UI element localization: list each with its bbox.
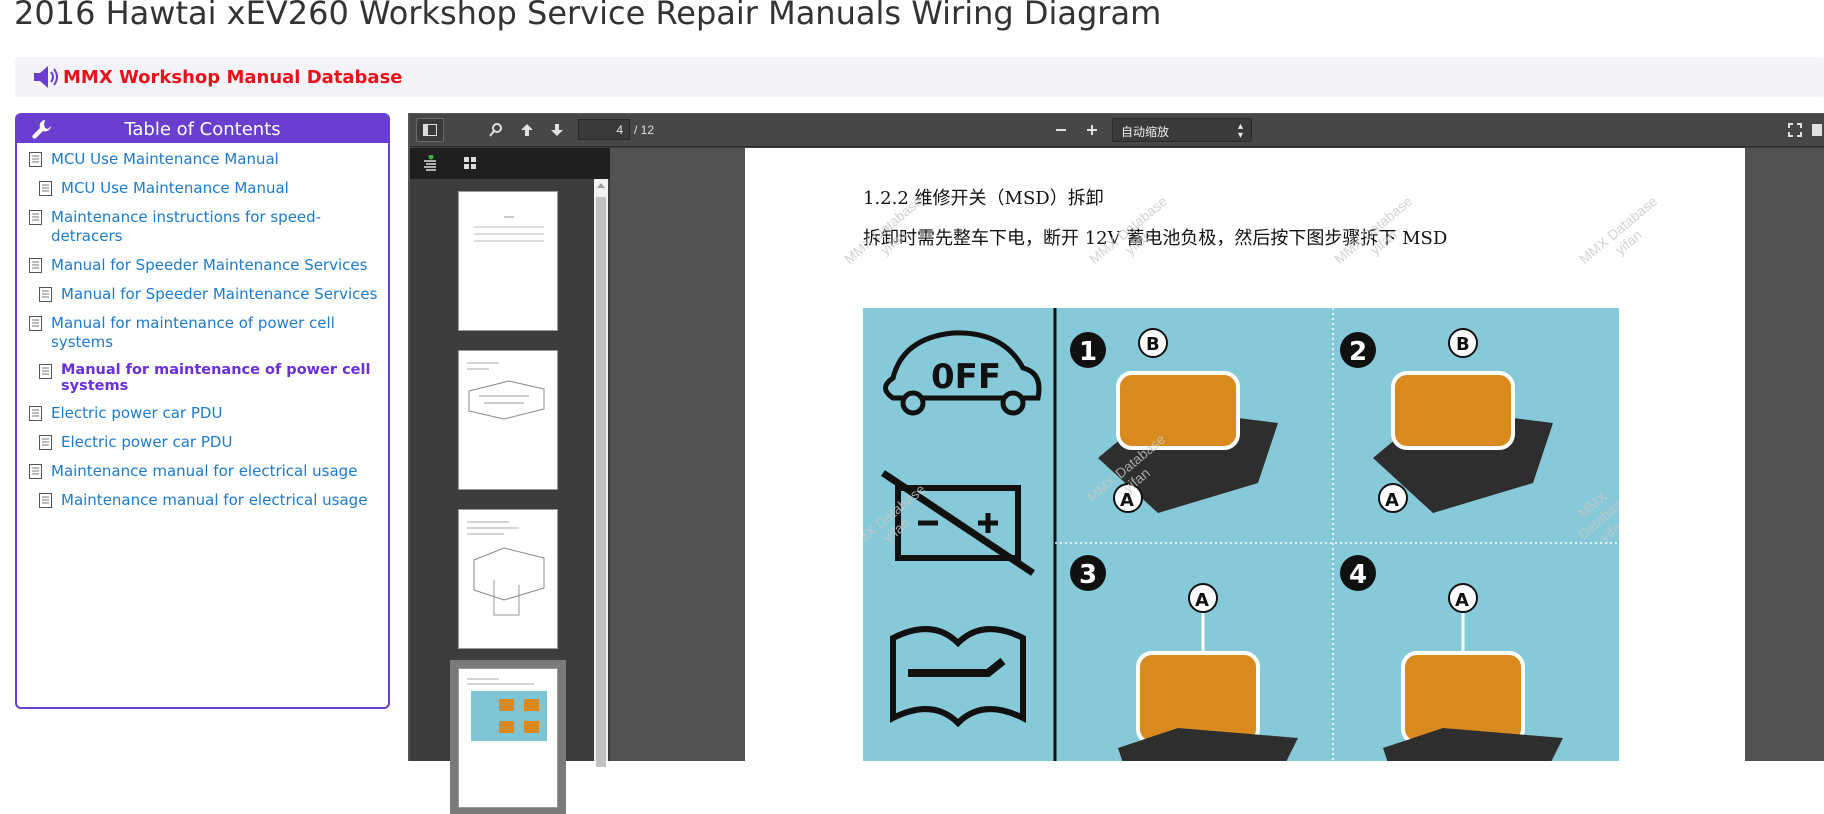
toc-item-label: MCU Use Maintenance Manual	[61, 179, 289, 197]
thumbnail-content	[467, 521, 545, 616]
page-count: / 12	[634, 123, 655, 137]
zoom-select[interactable]: 自动缩放 ▴ ▾	[1112, 118, 1252, 142]
sidebar-toggle-button[interactable]	[416, 118, 444, 142]
toc-item-label: MCU Use Maintenance Manual	[51, 150, 279, 168]
toc-item[interactable]: Maintenance manual for electrical usage	[17, 459, 388, 484]
next-page-button[interactable]	[543, 118, 571, 142]
toc-item[interactable]: Electric power car PDU	[17, 430, 388, 455]
brand-bar: MMX Workshop Manual Database	[15, 57, 1824, 97]
toc-item[interactable]: Manual for maintenance of power cell sys…	[17, 311, 388, 355]
page-thumbnail[interactable]	[458, 350, 558, 490]
thumbnail-content	[467, 362, 545, 420]
viewer-toolbar: / 12 自动缩放 ▴▾	[410, 113, 1824, 147]
toc-item[interactable]: Manual for Speeder Maintenance Services	[17, 253, 388, 278]
sidebar-view-switcher	[410, 148, 610, 179]
document-icon	[29, 210, 42, 225]
zoom-in-icon	[1087, 125, 1097, 135]
toc-item[interactable]: Maintenance manual for electrical usage	[17, 488, 388, 513]
toc-item[interactable]: Maintenance instructions for speed-detra…	[17, 205, 388, 249]
svg-text:A: A	[1195, 590, 1209, 611]
toc-item-label: Maintenance manual for electrical usage	[51, 462, 358, 480]
sidebar-toggle-icon	[423, 124, 437, 136]
brand-link[interactable]: MMX Workshop Manual Database	[63, 67, 403, 88]
scrollbar-thumb[interactable]	[596, 197, 606, 767]
svg-text:A: A	[1455, 590, 1469, 611]
page-title: 2016 Hawtai xEV260 Workshop Service Repa…	[14, 0, 1162, 32]
msd-removal-figure: 0FF 1 A B 2 A B 3 A 4 A MMX Database yif…	[863, 308, 1619, 761]
previous-page-icon	[521, 124, 533, 136]
page-number-input[interactable]	[578, 119, 630, 140]
document-icon	[39, 287, 52, 302]
toc-item-label: Manual for maintenance of power cell sys…	[61, 362, 371, 394]
toc-item[interactable]: Electric power car PDU	[17, 401, 388, 426]
outline-view-icon	[424, 155, 436, 171]
thumbnail-view-button[interactable]	[456, 151, 484, 175]
document-page: 1.2.2 维修开关（MSD）拆卸 拆卸时需先整车下电，断开 12V 蓄电池负极…	[745, 148, 1745, 761]
watermark: MMX Database yifan	[1576, 192, 1661, 268]
zoom-select-value: 自动缩放	[1121, 125, 1170, 139]
more-tools-button[interactable]	[1806, 118, 1824, 142]
toc-item-label: Maintenance instructions for speed-detra…	[51, 208, 322, 245]
wrench-icon	[32, 120, 51, 139]
thumbnail-content	[474, 216, 544, 242]
toc-item[interactable]: MCU Use Maintenance Manual	[17, 147, 388, 172]
speaker-icon	[34, 66, 58, 88]
thumbnail-content	[467, 678, 547, 741]
document-icon	[29, 258, 42, 273]
toc-item-label: Manual for maintenance of power cell sys…	[51, 314, 335, 351]
page-thumbnail[interactable]	[458, 509, 558, 649]
scroll-up-arrow-icon[interactable]	[597, 183, 605, 188]
toc-item-label: Manual for Speeder Maintenance Services	[51, 256, 368, 274]
document-icon	[29, 406, 42, 421]
svg-text:4: 4	[1349, 560, 1367, 590]
search-icon	[489, 123, 502, 137]
fullscreen-icon	[1788, 123, 1802, 137]
previous-page-button[interactable]	[513, 118, 541, 142]
outline-view-button[interactable]	[416, 151, 444, 175]
document-viewport[interactable]: 1.2.2 维修开关（MSD）拆卸 拆卸时需先整车下电，断开 12V 蓄电池负极…	[610, 148, 1824, 761]
document-icon	[29, 464, 42, 479]
toc-item-active[interactable]: Manual for maintenance of power cell sys…	[17, 359, 388, 397]
thumbnail-scrollbar[interactable]	[594, 179, 608, 767]
svg-text:3: 3	[1079, 560, 1097, 590]
thumbnail-view-icon	[464, 157, 476, 169]
next-page-icon	[551, 124, 563, 136]
msd-removal-diagram: 0FF 1 A B 2 A B 3 A 4 A	[863, 308, 1619, 761]
thumbnail-sidebar	[410, 148, 610, 814]
svg-text:B: B	[1146, 334, 1160, 355]
svg-text:B: B	[1456, 334, 1470, 355]
document-icon	[29, 316, 42, 331]
page-thumbnail[interactable]	[458, 191, 558, 331]
toc-item-label: Manual for Speeder Maintenance Services	[61, 285, 378, 303]
open-file-icon	[1812, 124, 1822, 136]
thumbnail-list	[410, 179, 610, 814]
toc-item[interactable]: MCU Use Maintenance Manual	[17, 176, 388, 201]
svg-text:1: 1	[1079, 337, 1097, 367]
toc-item[interactable]: Manual for Speeder Maintenance Services	[17, 282, 388, 307]
search-button[interactable]	[482, 118, 510, 142]
toc-title: Table of Contents	[124, 118, 281, 140]
document-icon	[39, 364, 52, 379]
zoom-in-button[interactable]	[1078, 118, 1106, 142]
toc-item-label: Electric power car PDU	[61, 433, 233, 451]
svg-text:2: 2	[1349, 337, 1367, 367]
document-icon	[39, 181, 52, 196]
fullscreen-button[interactable]	[1781, 118, 1809, 142]
chevron-updown-icon: ▴ ▾	[1237, 121, 1243, 141]
document-icon	[29, 152, 42, 167]
toc-list: MCU Use Maintenance Manual MCU Use Maint…	[17, 143, 388, 513]
zoom-out-button[interactable]	[1047, 118, 1075, 142]
svg-text:A: A	[1385, 490, 1399, 511]
table-of-contents: Table of Contents MCU Use Maintenance Ma…	[15, 113, 390, 709]
zoom-out-icon	[1056, 129, 1066, 131]
document-icon	[39, 493, 52, 508]
pdf-viewer: / 12 自动缩放 ▴▾	[408, 113, 1824, 814]
document-icon	[39, 435, 52, 450]
page-thumbnail-current[interactable]	[450, 660, 566, 814]
toc-header: Table of Contents	[17, 115, 388, 143]
svg-text:0FF: 0FF	[931, 357, 1001, 397]
toc-item-label: Maintenance manual for electrical usage	[61, 491, 368, 509]
toc-item-label: Electric power car PDU	[51, 404, 223, 422]
